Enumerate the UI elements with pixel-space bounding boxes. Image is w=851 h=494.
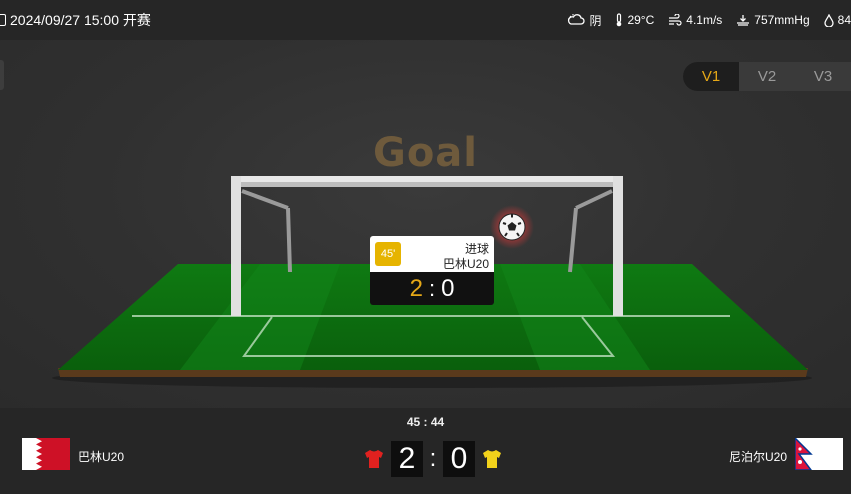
weather-pressure: 757mmHg [736, 13, 810, 27]
pressure-text: 757mmHg [754, 13, 810, 27]
weather-condition-text: 阴 [589, 13, 602, 28]
home-score: 2 [391, 441, 423, 477]
event-title: Goal [372, 130, 478, 176]
wind-icon [668, 14, 682, 26]
kickoff-datetime: 2024/09/27 15:00 开赛 [10, 12, 151, 28]
thermometer-icon [615, 13, 623, 27]
score-separator: : [429, 445, 437, 472]
match-clock: 45 : 44 [406, 415, 445, 429]
home-team-name: 巴林U20 [78, 450, 125, 464]
bahrain-flag-icon [22, 438, 70, 470]
pressure-icon [736, 14, 750, 26]
event-card-score: 2 : 0 [370, 272, 494, 305]
score-display: 2 : 0 [363, 441, 503, 477]
away-shirt-icon [483, 450, 501, 468]
humidity-icon [823, 13, 834, 27]
temperature-text: 29°C [627, 13, 655, 27]
nepal-flag-icon [795, 438, 843, 470]
animation-stage: V1 V2 V3 Goal 45' 进球 巴林U20 2: 0 [0, 40, 851, 408]
event-card: 45' 进球 巴林U20 2 : 0 [370, 236, 494, 305]
match-tracker: 2024/09/27 15:00 开赛 阴 29°C 4.1m/s 757mmH… [0, 0, 851, 494]
event-team: 巴林U20 [442, 257, 489, 271]
away-score: 0 [443, 441, 475, 477]
humidity-text: 84 [837, 13, 851, 27]
top-bar: 2024/09/27 15:00 开赛 阴 29°C 4.1m/s 757mmH… [0, 0, 851, 40]
weather-condition: 阴 [567, 12, 601, 29]
scoreboard: 45 : 44 巴林U20 2 : 0 尼泊尔U20 [0, 408, 851, 494]
event-minute-badge: 45' [375, 242, 401, 266]
event-away-score: 0 [441, 274, 455, 302]
cloudy-icon [567, 13, 586, 27]
calendar-icon [0, 14, 6, 26]
soccer-ball-icon [490, 205, 534, 249]
event-score-separator: : [428, 275, 436, 301]
away-team-name: 尼泊尔U20 [728, 450, 787, 464]
weather-temperature: 29°C [615, 13, 654, 27]
event-home-score: 2 [409, 274, 423, 302]
match-datetime: 2024/09/27 15:00 开赛 [0, 10, 151, 30]
weather-humidity: 84 [823, 13, 851, 27]
wind-text: 4.1m/s [686, 13, 723, 27]
pitch-graphic [52, 176, 812, 388]
event-card-header: 45' 进球 巴林U20 [370, 236, 494, 272]
weather-info: 阴 29°C 4.1m/s 757mmHg 84 [567, 0, 851, 40]
weather-wind: 4.1m/s [668, 13, 722, 27]
home-shirt-icon [365, 450, 383, 468]
